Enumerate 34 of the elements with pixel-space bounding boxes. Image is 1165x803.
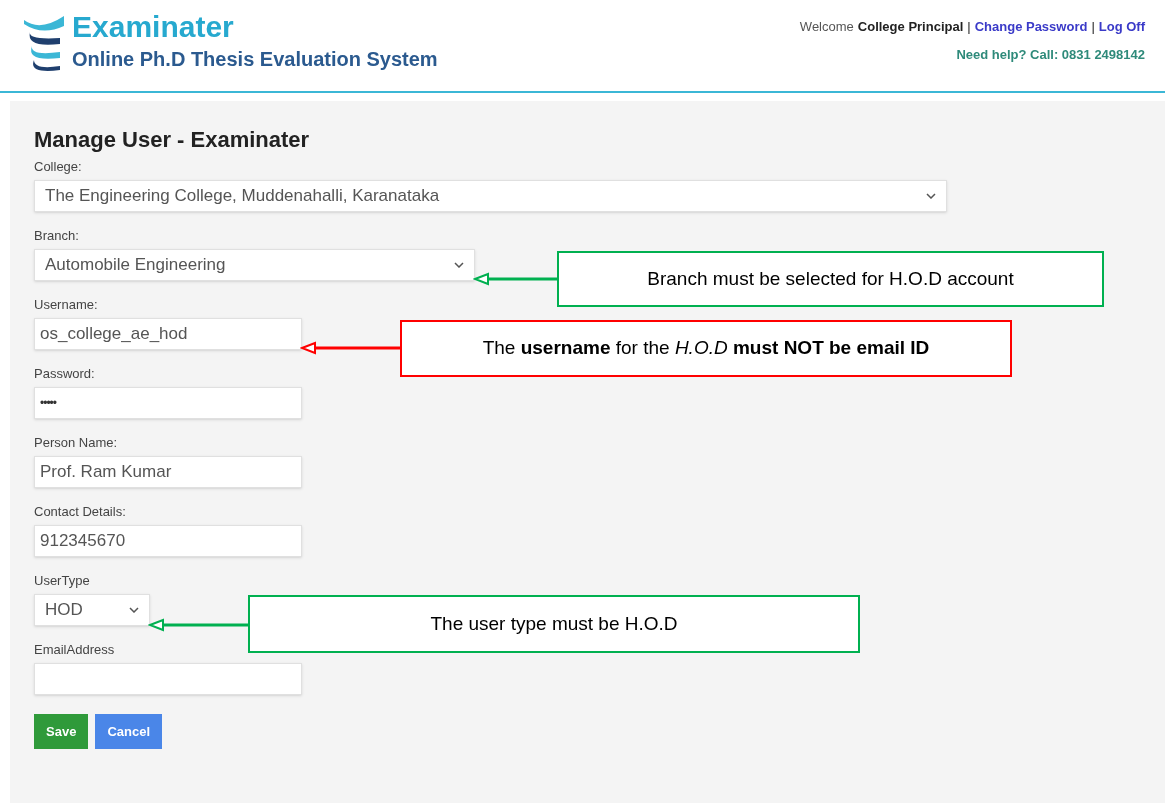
field-label: EmailAddress — [34, 642, 115, 658]
user-name: College Principal — [857, 18, 964, 36]
select-field[interactable]: Automobile Engineering — [34, 249, 475, 281]
callout-text: The user type must be H.O.D — [430, 611, 678, 636]
field-label: Contact Details: — [34, 504, 126, 520]
select-field[interactable]: The Engineering College, Muddenahalli, Karanataka — [34, 180, 947, 212]
page-title: Manage User - Examinater — [34, 127, 310, 153]
input-field[interactable] — [34, 663, 302, 695]
log-off-link[interactable]: Log Off — [1098, 17, 1145, 37]
callout-text: Branch must be selected for H.O.D account — [647, 266, 1014, 291]
field-label: Branch: — [34, 228, 79, 244]
app-name: Examinater — [72, 10, 235, 44]
separator: | — [1091, 18, 1095, 36]
save-button[interactable]: Save — [34, 714, 89, 749]
chevron-down-icon — [926, 193, 936, 199]
password-field[interactable]: ••••• — [34, 387, 302, 419]
change-password-link[interactable]: Change Password — [974, 17, 1088, 37]
chevron-down-icon — [454, 262, 464, 268]
field-label: College: — [34, 159, 82, 175]
field-label: Username: — [34, 297, 98, 313]
input-field[interactable]: Prof. Ram Kumar — [34, 456, 302, 488]
callout-text: The username for the H.O.D must NOT be email ID — [482, 336, 930, 361]
help-text: Need help? Call: 0831 2498142 — [956, 45, 1145, 64]
welcome-text: Welcome — [799, 18, 854, 36]
field-label: Person Name: — [34, 435, 118, 451]
input-field[interactable]: os_college_ae_hod — [34, 318, 302, 350]
field-label: UserType — [34, 573, 90, 589]
field-label: Password: — [34, 366, 95, 382]
input-field[interactable]: 912345670 — [34, 525, 302, 557]
chevron-down-icon — [129, 607, 139, 613]
app-subtitle: Online Ph.D Thesis Evaluation System — [72, 47, 438, 72]
cancel-button[interactable]: Cancel — [95, 714, 162, 749]
separator: | — [967, 18, 971, 36]
select-field[interactable]: HOD — [34, 594, 150, 626]
